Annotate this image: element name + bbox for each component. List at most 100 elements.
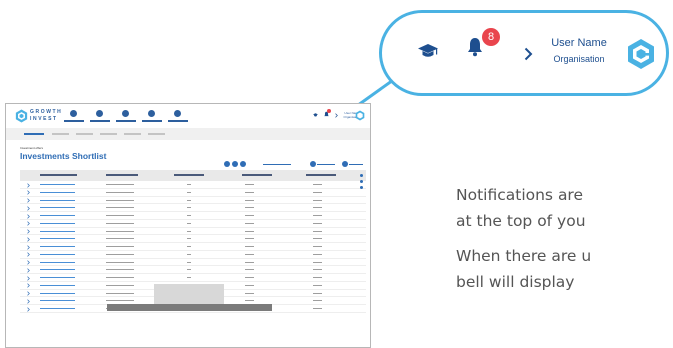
table-row[interactable] <box>20 228 366 236</box>
row-name-placeholder[interactable] <box>40 261 75 263</box>
row-expand-chevron-icon[interactable] <box>27 306 30 312</box>
row-expand-chevron-icon[interactable] <box>27 229 30 234</box>
row-expand-chevron-icon[interactable] <box>27 252 30 257</box>
subnav-tab[interactable] <box>76 133 93 135</box>
monitor-screen: GROWTH INVEST User Name Organisation Inv… <box>5 103 371 348</box>
header-zoom-callout: 8 User Name Organisation <box>379 10 669 96</box>
row-name-placeholder[interactable] <box>40 222 75 224</box>
subnav-tab[interactable] <box>124 133 141 135</box>
table-row[interactable] <box>20 243 366 251</box>
subnav-tab[interactable] <box>100 133 117 135</box>
brand-wordmark: GROWTH INVEST <box>30 109 62 123</box>
toolbar-toggle-track <box>349 164 363 165</box>
toolbar-dot[interactable] <box>232 161 238 167</box>
subnav-tab[interactable] <box>148 133 165 135</box>
monitor-stand-neck <box>154 284 224 304</box>
table-row[interactable] <box>20 197 366 205</box>
toolbar-dot[interactable] <box>240 161 246 167</box>
monitor-stand-base <box>107 304 272 311</box>
column-header[interactable] <box>242 174 272 176</box>
table-row[interactable] <box>20 235 366 243</box>
row-name-placeholder[interactable] <box>40 207 75 209</box>
sub-navigation <box>6 128 370 140</box>
row-name-placeholder[interactable] <box>40 269 75 271</box>
user-menu[interactable]: User Name Organisation <box>542 37 616 66</box>
table-row[interactable] <box>20 251 366 259</box>
organisation-name: Organisation <box>553 54 605 64</box>
row-expand-chevron-icon[interactable] <box>27 291 30 296</box>
table-row[interactable] <box>20 212 366 220</box>
table-row[interactable] <box>20 189 366 197</box>
row-expand-chevron-icon[interactable] <box>27 182 30 188</box>
row-name-placeholder[interactable] <box>40 199 75 201</box>
mini-logo-icon <box>355 110 365 121</box>
toolbar-toggle-track <box>317 164 335 165</box>
user-name: User Name <box>551 37 607 49</box>
notification-badge: 8 <box>482 28 500 46</box>
app-header: GROWTH INVEST User Name Organisation <box>6 104 370 128</box>
table-row[interactable] <box>20 181 366 189</box>
row-expand-chevron-icon[interactable] <box>27 198 30 203</box>
subnav-tab-active[interactable] <box>24 133 44 135</box>
text-line: bell will display <box>456 273 575 291</box>
bell-icon[interactable] <box>467 37 483 57</box>
row-name-placeholder[interactable] <box>40 284 75 286</box>
chevron-right-icon[interactable] <box>524 47 533 61</box>
subnav-tab[interactable] <box>52 133 69 135</box>
nav-item[interactable] <box>168 110 188 122</box>
row-expand-chevron-icon[interactable] <box>27 213 30 219</box>
text-line: When there are u <box>456 247 592 265</box>
row-name-placeholder[interactable] <box>40 300 75 302</box>
page-title: Investments Shortlist <box>20 151 107 161</box>
table-row[interactable] <box>20 259 366 267</box>
table-row[interactable] <box>20 266 366 274</box>
column-header[interactable] <box>174 174 204 176</box>
nav-item[interactable] <box>64 110 84 122</box>
toolbar-toggle-knob[interactable] <box>342 161 348 167</box>
text-line: Notifications are <box>456 186 584 204</box>
row-name-placeholder[interactable] <box>40 184 75 185</box>
row-expand-chevron-icon[interactable] <box>27 206 30 211</box>
column-header[interactable] <box>106 174 138 176</box>
row-expand-chevron-icon[interactable] <box>27 260 30 265</box>
brand-bottom-text: INVEST <box>30 116 58 122</box>
nav-item[interactable] <box>116 110 136 122</box>
growth-invest-logo-icon <box>628 39 654 69</box>
brand-logo-icon <box>15 109 28 123</box>
more-options-dot[interactable] <box>360 186 363 189</box>
table-row[interactable] <box>20 220 366 228</box>
row-name-placeholder[interactable] <box>40 246 75 247</box>
row-expand-chevron-icon[interactable] <box>27 283 30 288</box>
row-name-placeholder[interactable] <box>40 277 75 278</box>
more-options-dot[interactable] <box>360 174 363 177</box>
row-expand-chevron-icon[interactable] <box>27 221 30 226</box>
row-expand-chevron-icon[interactable] <box>27 190 30 195</box>
row-name-placeholder[interactable] <box>40 292 75 294</box>
toolbar-dot[interactable] <box>224 161 230 167</box>
row-name-placeholder[interactable] <box>40 215 75 216</box>
nav-item[interactable] <box>90 110 110 122</box>
nav-item[interactable] <box>142 110 162 122</box>
more-options-dot[interactable] <box>360 180 363 183</box>
brand-top-text: GROWTH <box>30 109 63 115</box>
row-expand-chevron-icon[interactable] <box>27 268 30 273</box>
row-expand-chevron-icon[interactable] <box>27 244 30 250</box>
mini-chevron-right-icon[interactable] <box>335 113 338 118</box>
table-row[interactable] <box>20 204 366 212</box>
toolbar-toggle-knob[interactable] <box>310 161 316 167</box>
row-name-placeholder[interactable] <box>40 253 75 255</box>
row-name-placeholder[interactable] <box>40 308 75 309</box>
row-name-placeholder[interactable] <box>40 238 75 240</box>
column-header[interactable] <box>306 174 336 176</box>
mini-graduation-cap-icon[interactable] <box>313 113 318 117</box>
row-name-placeholder[interactable] <box>40 230 75 232</box>
row-name-placeholder[interactable] <box>40 191 75 193</box>
column-header[interactable] <box>40 174 77 176</box>
breadcrumb[interactable]: Investment offers <box>20 146 43 150</box>
table-row[interactable] <box>20 274 366 282</box>
graduation-cap-icon[interactable] <box>418 44 438 58</box>
row-expand-chevron-icon[interactable] <box>27 275 30 281</box>
row-expand-chevron-icon[interactable] <box>27 237 30 242</box>
row-expand-chevron-icon[interactable] <box>27 299 30 304</box>
text-line: at the top of you <box>456 212 586 230</box>
